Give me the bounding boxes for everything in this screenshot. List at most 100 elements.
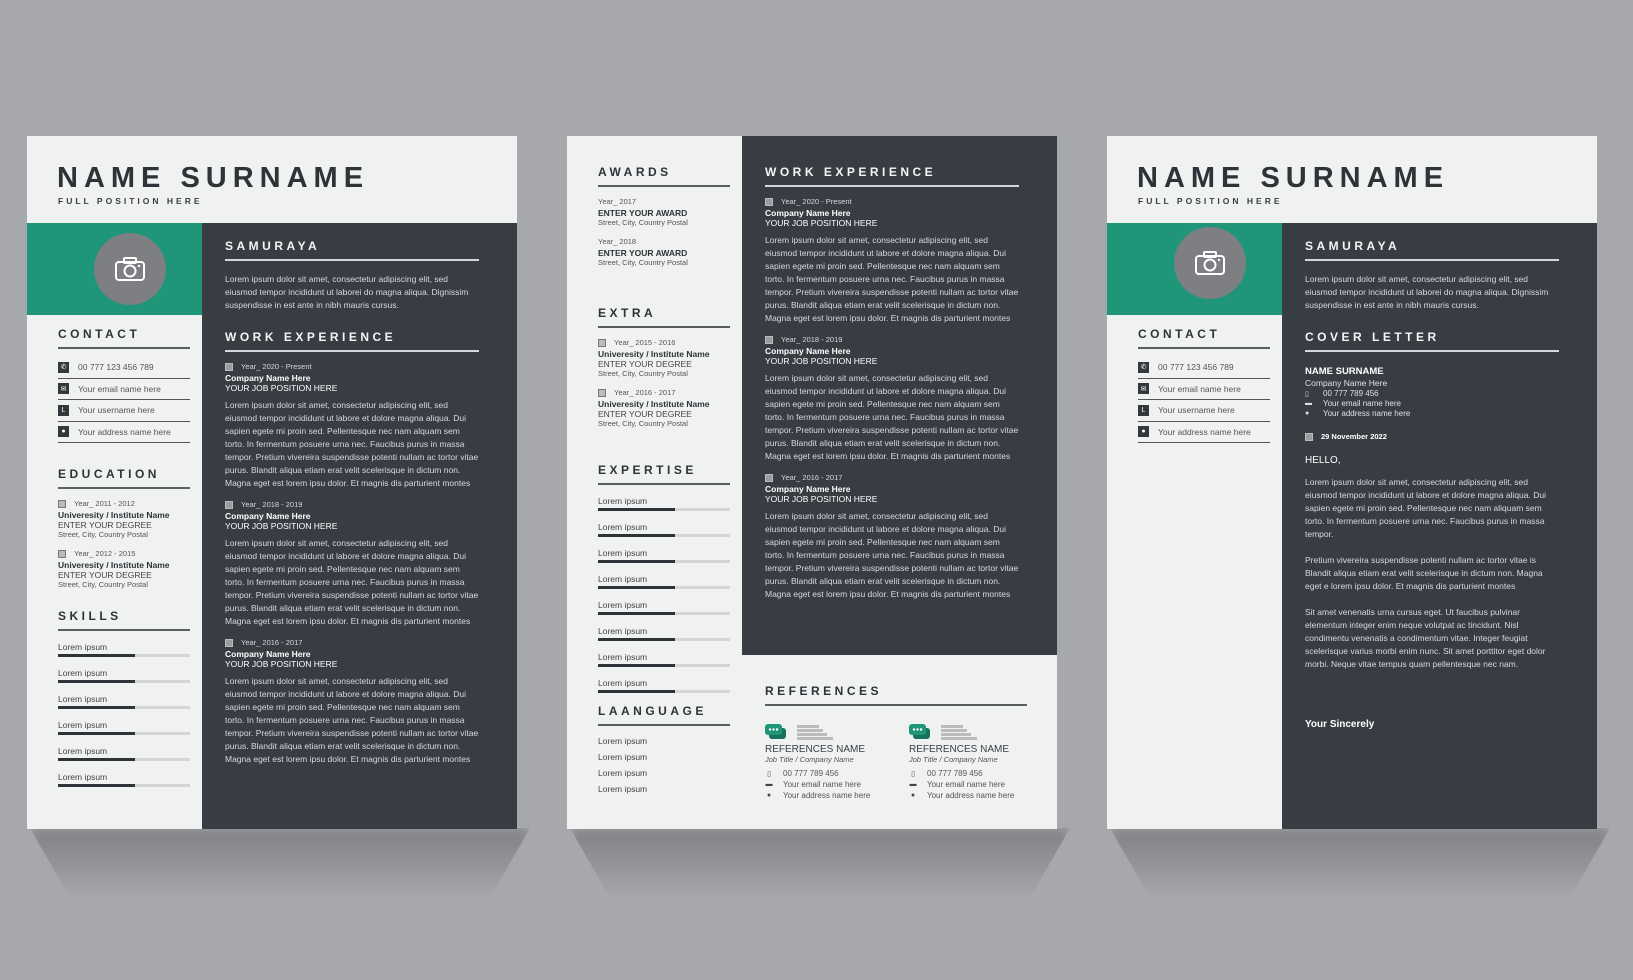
skill-bar-fill (58, 732, 135, 735)
work-position: YOUR JOB POSITION HERE (225, 383, 338, 394)
photo-placeholder[interactable] (1174, 227, 1246, 299)
photo-band (27, 223, 202, 315)
skill-label: Lorem ipsum (58, 642, 108, 652)
sender-address: Your address name here (1323, 409, 1411, 418)
skill-bar (58, 758, 190, 761)
user-icon: L (58, 404, 69, 416)
section-title: WORK EXPERIENCE (765, 165, 1019, 187)
resume-page-2: AWARDS Year_ 2017 ENTER YOUR AWARD Stree… (567, 136, 1057, 829)
work-company: Company Name Here (225, 511, 311, 522)
skill-label: Lorem ipsum (598, 600, 648, 610)
skill-label: Lorem ipsum (598, 678, 648, 688)
expertise-list: Lorem ipsum Lorem ipsum Lorem ipsum Lorem i… (598, 496, 730, 693)
extra-degree: ENTER YOUR DEGREE (598, 359, 692, 370)
extra-institute: Univeresity / Institute Name (598, 349, 710, 360)
page-shadow (570, 828, 1070, 898)
sender-company: Company Name Here (1305, 378, 1388, 388)
skill-bar (598, 560, 730, 563)
letter-paragraph: Pretium vivereira suspendisse potenti nu… (1305, 555, 1543, 592)
skill-item: Lorem ipsum (58, 720, 190, 735)
email-icon: ▬ (765, 781, 773, 788)
education-section: EDUCATION Year_ 2011 - 2012 Univeresity … (58, 467, 190, 589)
skill-item: Lorem ipsum (58, 642, 190, 657)
calendar-icon (598, 339, 606, 348)
photo-placeholder[interactable] (94, 233, 166, 305)
calendar-icon (58, 500, 66, 509)
award-year: Year_ 2017 (598, 197, 637, 206)
location-icon: ● (1305, 410, 1310, 417)
skill-bar-fill (598, 560, 675, 563)
skill-bar (598, 534, 730, 537)
skill-label: Lorem ipsum (598, 496, 648, 506)
reference-name: REFERENCES NAME (765, 744, 866, 755)
work-company: Company Name Here (765, 208, 851, 219)
work-description: Lorem ipsum dolor sit amet, consectetur … (225, 676, 479, 765)
calendar-icon (765, 474, 773, 483)
calendar-icon (598, 389, 606, 398)
award-name: ENTER YOUR AWARD (598, 248, 688, 258)
skill-item: Lorem ipsum (598, 678, 730, 693)
user-icon: L (1138, 404, 1149, 416)
extra-item: Year_ 2015 - 2016 Univeresity / Institut… (598, 338, 730, 378)
skill-label: Lorem ipsum (58, 694, 108, 704)
language-section: LAANGUAGE Lorem ipsum Lorem ipsum Lorem … (598, 704, 730, 794)
reference-email: Your email name here (927, 780, 1005, 789)
email-icon: ✉ (58, 383, 69, 395)
camera-icon (115, 257, 145, 281)
decorative-lines-icon (941, 725, 977, 740)
reference-job: Job Title / Company Name (765, 755, 854, 764)
section-title: COVER LETTER (1305, 330, 1559, 352)
reference-card: REFERENCES NAME Job Title / Company Name… (909, 724, 1039, 800)
contact-text: Your email name here (1158, 383, 1241, 394)
work-item: Year_ 2020 - Present Company Name Here Y… (765, 197, 1019, 325)
calendar-icon (225, 363, 233, 372)
sender-email: Your email name here (1323, 399, 1401, 408)
skill-label: Lorem ipsum (598, 548, 648, 558)
resume-name: NAME SURNAME (57, 162, 370, 194)
contact-section: CONTACT ✆ 00 777 123 456 789 ✉ Your email … (1138, 327, 1270, 443)
cover-letter-section: COVER LETTER NAME SURNAME Company Name H… (1305, 330, 1559, 730)
section-title: AWARDS (598, 165, 730, 187)
contact-item: ● Your address name here (1138, 422, 1270, 443)
work-item: Year_ 2016 - 2017 Company Name Here YOUR… (225, 638, 479, 766)
skill-bar (598, 638, 730, 641)
language-item: Lorem ipsum (598, 752, 648, 762)
award-item: Year_ 2017 ENTER YOUR AWARD Street, City… (598, 197, 730, 227)
skill-label: Lorem ipsum (58, 720, 108, 730)
section-title: SAMURAYA (1305, 239, 1559, 261)
extra-address: Street, City, Country Postal (598, 369, 688, 379)
reference-card: REFERENCES NAME Job Title / Company Name… (765, 724, 895, 800)
work-year: Year_ 2020 - Present (781, 197, 852, 206)
reference-phone: 00 777 789 456 (783, 769, 839, 778)
language-item: Lorem ipsum (598, 736, 648, 746)
work-company: Company Name Here (225, 373, 311, 384)
email-icon: ▬ (1305, 400, 1312, 407)
contact-text: Your address name here (78, 426, 171, 437)
skill-bar (58, 706, 190, 709)
award-name: ENTER YOUR AWARD (598, 208, 688, 218)
education-institute: Univeresity / Institute Name (58, 510, 170, 521)
skill-bar-fill (58, 680, 135, 683)
letter-closing: Your Sincerely (1305, 719, 1375, 731)
work-position: YOUR JOB POSITION HERE (765, 356, 878, 367)
sender-name: NAME SURNAME (1305, 366, 1384, 377)
page-shadow (1110, 828, 1610, 898)
profile-text: Lorem ipsum dolor sit amet, consectetur … (225, 274, 469, 310)
work-position: YOUR JOB POSITION HERE (765, 494, 878, 505)
work-year: Year_ 2020 - Present (241, 362, 312, 371)
skill-item: Lorem ipsum (58, 668, 190, 683)
extra-section: EXTRA Year_ 2015 - 2016 Univeresity / In… (598, 306, 730, 428)
resume-header: NAME SURNAME FULL POSITION HERE (1107, 136, 1597, 223)
education-item: Year_ 2011 - 2012 Univeresity / Institut… (58, 499, 190, 539)
skill-bar (58, 732, 190, 735)
skill-bar (598, 508, 730, 511)
contact-item: ✆ 00 777 123 456 789 (1138, 357, 1270, 379)
section-title: EDUCATION (58, 467, 190, 489)
skill-label: Lorem ipsum (598, 652, 648, 662)
skill-bar-fill (598, 638, 675, 641)
email-icon: ✉ (1138, 383, 1149, 395)
skill-bar-fill (58, 758, 135, 761)
profile-section: SAMURAYA Lorem ipsum dolor sit amet, con… (1305, 239, 1559, 312)
contact-item: ● Your address name here (58, 422, 190, 443)
skill-item: Lorem ipsum (58, 694, 190, 709)
